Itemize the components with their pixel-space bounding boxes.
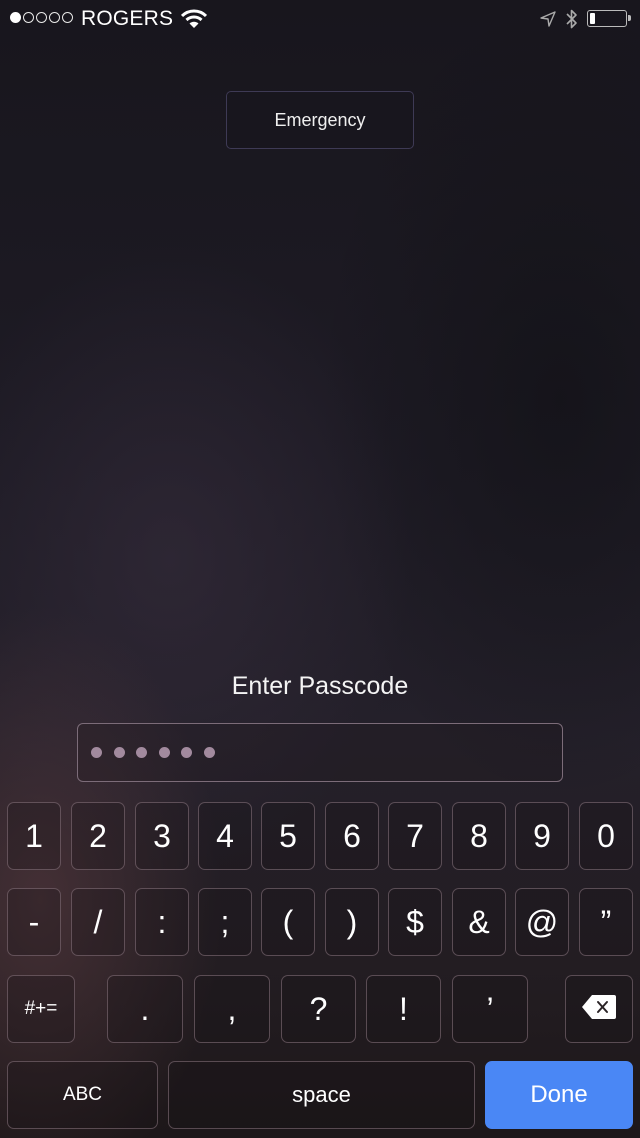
- digit-key-label: 2: [89, 817, 107, 854]
- punctuation-key[interactable]: ’: [452, 975, 528, 1043]
- wifi-icon: [180, 9, 208, 34]
- emergency-button[interactable]: Emergency: [226, 91, 414, 149]
- passcode-dot: [181, 747, 192, 758]
- location-arrow-icon: [539, 10, 557, 33]
- digit-key-label: 8: [470, 817, 488, 854]
- space-label: space: [292, 1082, 351, 1107]
- punctuation-key-label: ,: [227, 990, 237, 1027]
- symbol-key-label: @: [525, 903, 559, 940]
- symbol-key[interactable]: $: [388, 888, 442, 956]
- carrier-name: ROGERS: [81, 7, 174, 30]
- symbol-key-label: :: [157, 903, 167, 940]
- symbol-key[interactable]: ): [325, 888, 379, 956]
- punctuation-key[interactable]: ,: [194, 975, 270, 1043]
- passcode-dot: [158, 747, 170, 758]
- digit-key[interactable]: 3: [135, 802, 189, 870]
- symbol-key-label: -: [28, 903, 40, 940]
- punctuation-key[interactable]: .: [107, 975, 183, 1043]
- symbol-key-label: $: [406, 903, 424, 940]
- digit-key[interactable]: 0: [579, 802, 633, 870]
- symbol-key[interactable]: ;: [198, 888, 252, 956]
- symbol-key[interactable]: :: [135, 888, 189, 956]
- punctuation-key-label: .: [140, 990, 150, 1027]
- digit-key-label: 1: [25, 817, 43, 854]
- digit-key[interactable]: 1: [7, 802, 61, 870]
- digit-key[interactable]: 9: [515, 802, 569, 870]
- symbol-key-label: ): [346, 903, 358, 940]
- signal-dot: [62, 12, 73, 23]
- signal-dot: [10, 12, 21, 23]
- symbol-key-label: /: [93, 903, 103, 940]
- digit-key-label: 4: [216, 817, 234, 854]
- symbol-key-label: ;: [220, 903, 230, 940]
- battery-icon: [587, 10, 631, 27]
- backspace-icon: [581, 991, 617, 1028]
- delete-key[interactable]: [565, 975, 633, 1043]
- done-label: Done: [530, 1081, 588, 1108]
- status-bar: ROGERS: [0, 0, 640, 38]
- digit-key[interactable]: 2: [71, 802, 125, 870]
- emergency-label: Emergency: [274, 109, 366, 130]
- battery-nub: [628, 15, 631, 21]
- done-key[interactable]: Done: [485, 1061, 633, 1129]
- abc-key[interactable]: ABC: [7, 1061, 158, 1129]
- punctuation-key[interactable]: !: [366, 975, 441, 1043]
- digit-key[interactable]: 8: [452, 802, 506, 870]
- symbol-key[interactable]: @: [515, 888, 569, 956]
- passcode-dot: [113, 747, 125, 758]
- more-symbols-label: #+=: [24, 998, 58, 1019]
- battery-level: [590, 13, 595, 24]
- more-symbols-key[interactable]: #+=: [7, 975, 75, 1043]
- bluetooth-icon: [565, 9, 579, 34]
- symbol-key[interactable]: -: [7, 888, 61, 956]
- symbol-key[interactable]: (: [261, 888, 315, 956]
- passcode-dot: [136, 747, 147, 758]
- digit-key-label: 7: [406, 817, 424, 854]
- passcode-dots: [91, 747, 215, 758]
- digit-key[interactable]: 4: [198, 802, 252, 870]
- signal-dot: [23, 12, 34, 23]
- symbol-key-label: &: [468, 903, 490, 940]
- digit-key[interactable]: 6: [325, 802, 379, 870]
- punctuation-key-label: !: [399, 990, 408, 1027]
- symbol-key[interactable]: /: [71, 888, 125, 956]
- passcode-dot: [203, 747, 215, 758]
- signal-dot: [36, 12, 47, 23]
- digit-key-label: 0: [597, 817, 615, 854]
- passcode-prompt: Enter Passcode: [231, 672, 409, 700]
- passcode-dot: [91, 747, 102, 758]
- symbol-key[interactable]: &: [452, 888, 506, 956]
- space-key[interactable]: space: [168, 1061, 475, 1129]
- digit-key-label: 3: [153, 817, 171, 854]
- digit-key-label: 5: [279, 817, 297, 854]
- passcode-input[interactable]: [77, 723, 563, 782]
- digit-key[interactable]: 7: [388, 802, 442, 870]
- signal-strength-indicator: [10, 12, 73, 23]
- digit-key[interactable]: 5: [261, 802, 315, 870]
- signal-dot: [49, 12, 60, 23]
- punctuation-key[interactable]: ?: [281, 975, 356, 1043]
- symbol-key-label: ”: [600, 903, 612, 940]
- abc-label: ABC: [62, 1084, 103, 1105]
- digit-key-label: 6: [343, 817, 361, 854]
- digit-key-label: 9: [533, 817, 551, 854]
- symbol-key-label: (: [282, 903, 294, 940]
- symbol-key[interactable]: ”: [579, 888, 633, 956]
- punctuation-key-label: ’: [486, 990, 494, 1027]
- punctuation-key-label: ?: [309, 990, 328, 1027]
